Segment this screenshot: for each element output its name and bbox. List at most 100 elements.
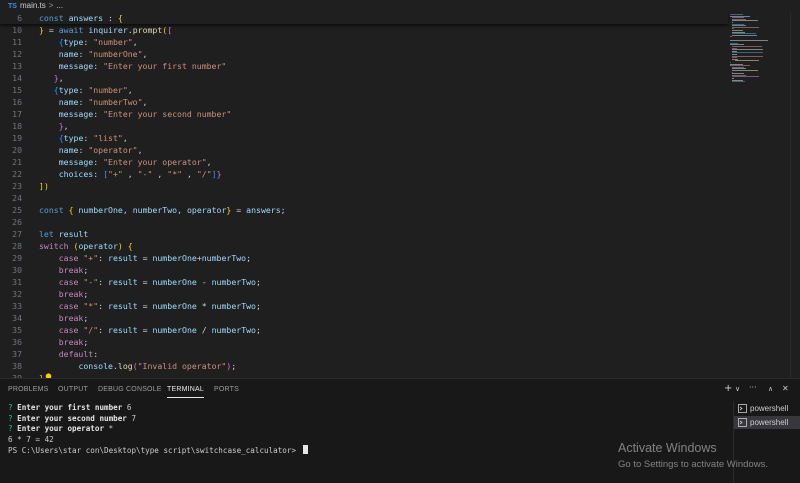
prompt-label: Enter your first number	[17, 403, 123, 412]
terminal-list-item-selected[interactable]: powershell	[734, 416, 800, 429]
line-number: 26	[12, 217, 22, 227]
tab-output[interactable]: OUTPUT	[58, 379, 88, 401]
watermark-title: Activate Windows	[618, 441, 717, 455]
code-text: case "*": result = numberOne * numberTwo…	[58, 301, 261, 311]
line-number: 10	[12, 25, 22, 35]
line-number: 19	[12, 133, 22, 143]
minimap[interactable]	[728, 12, 790, 83]
line-number: 25	[12, 205, 22, 215]
sticky-scroll-line[interactable]: 6 const answers : {	[0, 12, 728, 24]
minimap-line	[732, 70, 758, 71]
code-text: break;	[58, 337, 89, 347]
line-number: 18	[12, 121, 22, 131]
code-line[interactable]: 16 name: "numberTwo",	[0, 96, 728, 108]
terminal-value: PS C:\Users\star con\Desktop\type script…	[8, 446, 301, 455]
terminal-list-item[interactable]: powershell	[734, 402, 800, 415]
code-line[interactable]: 28 switch (operator) {	[0, 240, 728, 252]
code-line[interactable]: 14 },	[0, 72, 728, 84]
code-line[interactable]: 17 message: "Enter your second number"	[0, 108, 728, 120]
terminal-line: ? Enter your second number 7	[8, 414, 728, 425]
code-text: message: "Enter your operator",	[58, 157, 212, 167]
breadcrumb-symbol[interactable]: ...	[56, 1, 63, 10]
panel-actions: + ∨ ··· ∧ ✕	[724, 383, 794, 397]
code-line[interactable]: 34 break;	[0, 312, 728, 324]
line-number: 32	[12, 289, 22, 299]
code-text: {type: "number",	[53, 85, 133, 95]
prompt-question-icon: ?	[8, 403, 18, 412]
code-line[interactable]: 38 console.log("Invalid operator");	[0, 360, 728, 372]
code-text: } = await inquirer.prompt([	[39, 25, 173, 35]
minimap-line	[732, 20, 758, 22]
code-line[interactable]: 15 {type: "number",	[0, 84, 728, 96]
code-line[interactable]: 27 let result	[0, 228, 728, 240]
code-text: {type: "list",	[58, 133, 128, 143]
terminal-icon	[738, 404, 747, 413]
tab-debug-console[interactable]: DEBUG CONSOLE	[98, 379, 162, 401]
code-line[interactable]: 11 {type: "number",	[0, 36, 728, 48]
terminal-list-label: powershell	[750, 404, 789, 413]
activate-windows-watermark: Activate Windows Go to Settings to activ…	[618, 441, 768, 471]
editor-scrollbar[interactable]	[790, 12, 800, 378]
code-line[interactable]: 19 {type: "list",	[0, 132, 728, 144]
code-line[interactable]: 37 default:	[0, 348, 728, 360]
code-text: name: "numberOne",	[58, 49, 148, 59]
code-line[interactable]: 12 name: "numberOne",	[0, 48, 728, 60]
prompt-question-icon: ?	[8, 424, 18, 433]
code-text: default:	[58, 349, 99, 359]
new-terminal-icon[interactable]: +	[724, 383, 732, 394]
code-text: message: "Enter your second number"	[58, 109, 232, 119]
code-editor[interactable]: 6 const answers : {10 } = await inquirer.p…	[0, 12, 800, 378]
code-line[interactable]: 23])	[0, 180, 728, 192]
code-text: name: "operator",	[58, 145, 143, 155]
code-line[interactable]: 21 message: "Enter your operator",	[0, 156, 728, 168]
code-text: },	[53, 73, 64, 83]
code-line[interactable]: 35 case "/": result = numberOne / number…	[0, 324, 728, 336]
maximize-panel-icon[interactable]: ∧	[768, 385, 773, 393]
chevron-right-icon: >	[48, 1, 54, 10]
code-line[interactable]: 33 case "*": result = numberOne * number…	[0, 300, 728, 312]
code-line[interactable]: 36 break;	[0, 336, 728, 348]
tab-terminal[interactable]: TERMINAL	[167, 379, 204, 401]
code-line[interactable]: 29 case "+": result = numberOne+numberTw…	[0, 252, 728, 264]
code-text: case "+": result = numberOne+numberTwo;	[58, 253, 252, 263]
code-line[interactable]: 31 case "-": result = numberOne - number…	[0, 276, 728, 288]
typescript-file-icon: TS	[8, 3, 17, 10]
line-number: 12	[12, 49, 22, 59]
minimap-line	[732, 26, 759, 28]
line-number: 27	[12, 229, 22, 239]
code-line[interactable]: 24	[0, 192, 728, 204]
code-line[interactable]: 18 },	[0, 120, 728, 132]
code-line[interactable]: 13 message: "Enter your first number"	[0, 60, 728, 72]
tab-problems[interactable]: PROBLEMS	[8, 379, 49, 401]
terminal-value: 6 * 7 = 42	[8, 434, 54, 444]
code-line[interactable]: 10 } = await inquirer.prompt([	[0, 24, 728, 36]
more-actions-icon[interactable]: ···	[749, 383, 757, 392]
code-line[interactable]: 22 choices: ["+" , "-" , "*" , "/"]}	[0, 168, 728, 180]
terminal-value: 6	[122, 403, 132, 412]
code-text: break;	[58, 313, 89, 323]
line-number: 31	[12, 277, 22, 287]
minimap-line	[732, 76, 759, 78]
chevron-down-icon[interactable]: ∨	[735, 385, 740, 393]
close-panel-icon[interactable]: ✕	[782, 384, 789, 393]
minimap-line	[732, 49, 764, 51]
code-text: ])	[39, 181, 49, 191]
code-text: {type: "number",	[58, 37, 138, 47]
code-line[interactable]: 30 break;	[0, 264, 728, 276]
line-number: 15	[12, 85, 22, 95]
terminal-list-label: powershell	[750, 418, 789, 427]
code-line[interactable]: 32 break;	[0, 288, 728, 300]
code-line[interactable]: 20 name: "operator",	[0, 144, 728, 156]
code-text: message: "Enter your first number"	[58, 61, 227, 71]
minimap-line	[732, 81, 746, 83]
line-number: 29	[12, 253, 22, 263]
line-number: 13	[12, 61, 22, 71]
code-line[interactable]: 25 const { numberOne, numberTwo, operator…	[0, 204, 728, 216]
tab-ports[interactable]: PORTS	[214, 379, 239, 401]
line-number: 6	[17, 13, 22, 23]
line-number: 38	[12, 361, 22, 371]
minimap-line	[732, 55, 764, 57]
breadcrumb-file[interactable]: main.ts	[20, 1, 46, 10]
code-line[interactable]: 26	[0, 216, 728, 228]
line-number: 37	[12, 349, 22, 359]
